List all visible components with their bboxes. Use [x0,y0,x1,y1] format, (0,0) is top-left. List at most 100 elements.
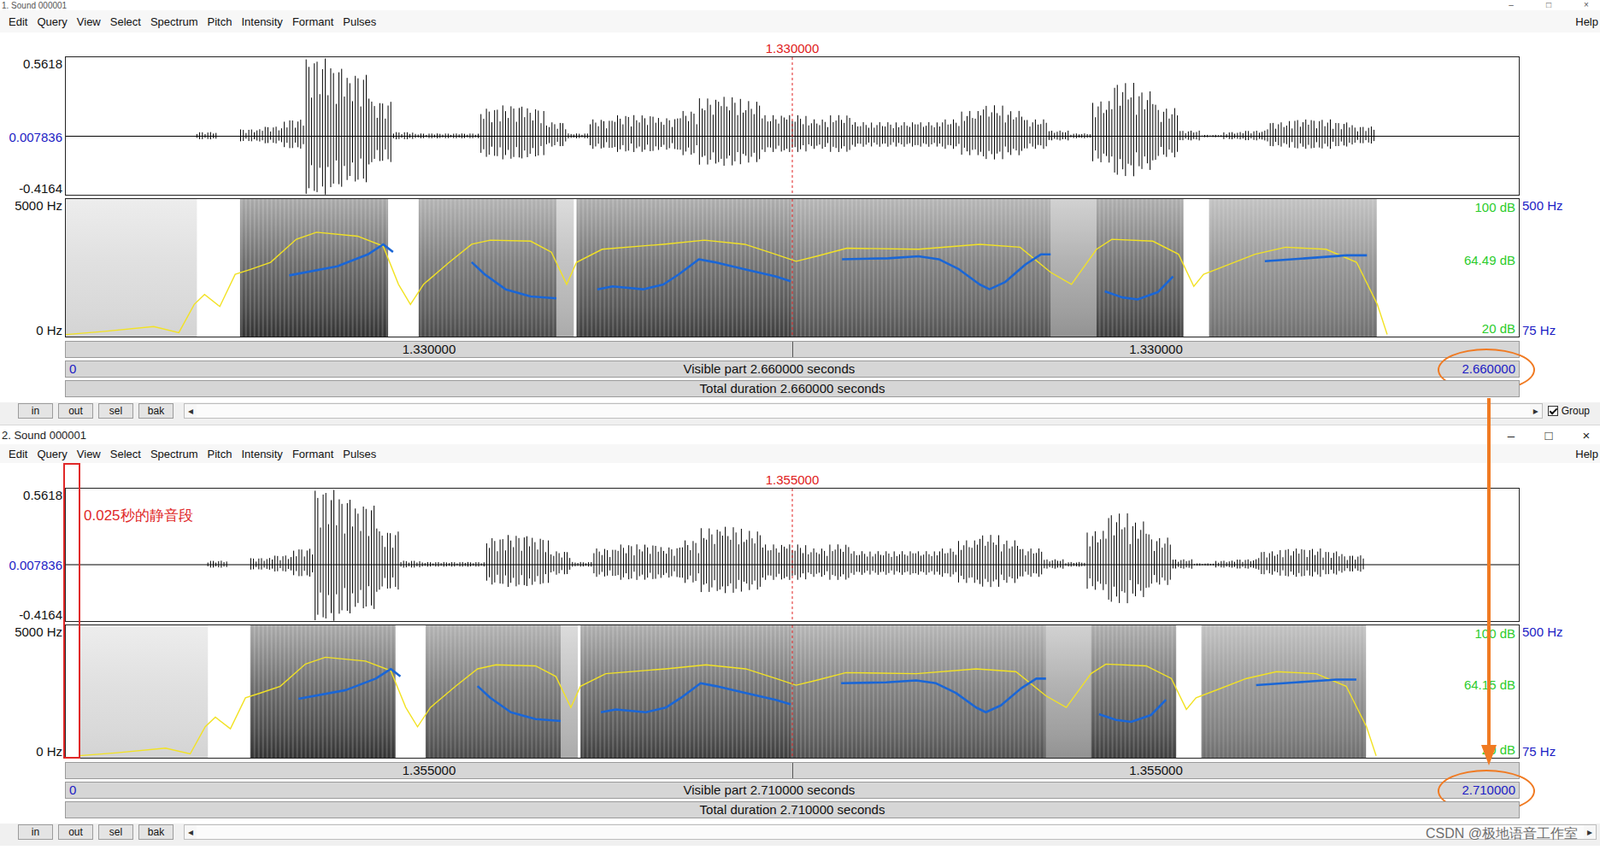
menu-item[interactable]: View [76,447,101,461]
waveform-sample [928,122,930,148]
menu-item[interactable]: Query [36,447,67,461]
waveform-panel[interactable] [64,56,1520,196]
menu-item[interactable]: Intensity [241,15,283,29]
menu-item[interactable]: Spectrum [150,15,199,29]
waveform-plot[interactable] [65,57,1519,195]
menu-item[interactable]: Pitch [207,15,233,29]
waveform-sample [857,126,859,144]
waveform-sample [682,547,683,579]
window-control-button[interactable]: – [1504,0,1518,10]
scroll-right-button[interactable]: ▸ [1583,825,1596,840]
amplitude-min-label: -0.4164 [18,607,63,623]
waveform-sample [1128,99,1130,164]
waveform-panel[interactable] [64,488,1520,623]
menu-item[interactable]: Pulses [342,447,377,461]
waveform-sample [1250,133,1252,139]
group-checkbox[interactable]: Group [1547,405,1597,418]
waveform-sample [393,133,395,138]
waveform-sample [546,125,548,145]
menu-item[interactable]: Formant [292,447,334,461]
waveform-sample [914,124,916,146]
waveform-sample [975,118,977,150]
window-control-button[interactable]: □ [1541,0,1556,10]
zoom-button[interactable]: out [58,403,94,419]
scroll-left-button[interactable]: ◂ [184,404,197,418]
zoom-button[interactable]: out [58,824,94,841]
help-menu[interactable]: Help [1575,447,1599,461]
menu-item[interactable]: Pitch [207,447,233,461]
waveform-sample [873,127,875,143]
time-bar-left[interactable]: 1.330000 [65,341,794,358]
waveform-sample [569,558,571,571]
waveform-sample [1035,119,1036,149]
waveform-sample [589,123,591,145]
menu-item[interactable]: Edit [8,447,28,461]
zoom-button[interactable]: sel [98,824,134,841]
menu-item[interactable]: Formant [292,15,334,29]
waveform-sample [1188,131,1189,141]
total-duration-bar[interactable]: Total duration 2.710000 seconds [64,801,1520,819]
window-control-button[interactable]: × [1579,429,1594,442]
waveform-sample [910,551,912,575]
waveform-sample [1117,84,1118,175]
waveform-sample [1100,101,1102,163]
waveform-sample [1018,111,1020,156]
zoom-button[interactable]: in [17,403,53,419]
waveform-sample [1283,127,1285,144]
waveform-sample [794,551,796,577]
scroll-track[interactable] [196,825,1584,840]
total-duration-bar[interactable]: Total duration 2.660000 seconds [64,380,1520,398]
waveform-sample [593,553,595,575]
zoom-button[interactable]: sel [98,403,134,419]
waveform-sample [920,555,922,571]
spectrogram-plot[interactable] [65,199,1519,337]
scrollbar[interactable]: ◂▸ [183,824,1597,841]
intensity-max-label: 100 dB [1474,626,1516,642]
time-bar[interactable]: 1.3550001.355000 [64,762,1520,780]
waveform-sample [294,128,296,143]
waveform-sample [805,545,806,580]
visible-part-bar[interactable]: 0Visible part 2.660000 seconds2.660000 [64,360,1520,378]
window-control-button[interactable]: □ [1541,429,1556,442]
time-bar-right[interactable]: 1.330000 [793,341,1519,358]
zoom-button[interactable]: in [17,824,53,841]
zoom-button[interactable]: bak [138,824,174,841]
waveform-sample [706,98,708,165]
window-control-button[interactable]: – [1504,429,1518,442]
spectrogram-segment [790,625,1047,759]
waveform-sample [1138,96,1140,167]
scroll-right-button[interactable]: ▸ [1529,404,1542,418]
waveform-sample [1158,538,1160,585]
scroll-left-button[interactable]: ◂ [184,825,197,840]
spectrogram-panel[interactable]: 100 dB64.15 dB20 dB [64,624,1520,759]
waveform-sample [764,115,766,153]
visible-part-bar[interactable]: 0Visible part 2.710000 seconds2.710000 [64,782,1520,800]
window-control-button[interactable]: × [1579,0,1594,10]
menu-item[interactable]: Spectrum [150,447,199,461]
help-menu[interactable]: Help [1575,15,1599,29]
menu-item[interactable]: Intensity [241,447,283,461]
time-bar-right[interactable]: 1.355000 [793,763,1519,779]
time-bar-left[interactable]: 1.355000 [65,763,794,779]
waveform-plot[interactable] [65,488,1519,622]
waveform-sample [1305,119,1306,149]
spectrogram-plot[interactable] [65,625,1519,759]
waveform-sample [882,555,884,572]
menu-item[interactable]: View [76,15,101,29]
intensity-mean-label: 64.49 dB [1464,252,1516,268]
menu-item[interactable]: Select [110,447,142,461]
waveform-sample [1370,126,1372,144]
scroll-track[interactable] [196,404,1530,418]
menu-item[interactable]: Edit [8,15,28,29]
menu-item[interactable]: Pulses [342,15,377,29]
spectrogram-panel[interactable]: 100 dB64.49 dB20 dB [64,198,1520,338]
waveform-sample [724,527,726,595]
zoom-button[interactable]: bak [138,403,174,419]
scrollbar[interactable]: ◂▸ [183,403,1543,419]
menu-item[interactable]: Select [110,15,142,29]
waveform-sample [1087,532,1089,589]
time-bar[interactable]: 1.3300001.330000 [64,341,1520,359]
waveform-sample [786,119,788,149]
checkbox-icon[interactable] [1547,405,1559,417]
menu-item[interactable]: Query [36,15,67,29]
